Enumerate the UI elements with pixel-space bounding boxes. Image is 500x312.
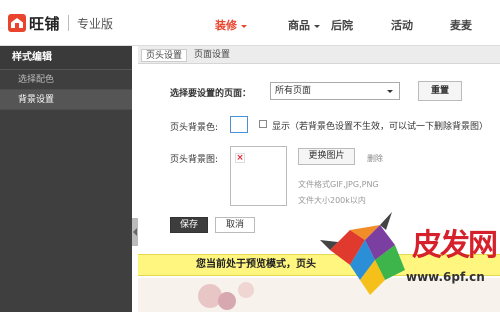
sidebar-item-background[interactable]: 背景设置 (0, 90, 132, 110)
logo-text: 旺铺 (29, 14, 61, 33)
sidebar-item-color-scheme[interactable]: 选择配色 (0, 70, 132, 90)
cancel-button[interactable]: 取消 (215, 217, 255, 233)
chevron-down-icon (387, 90, 393, 93)
sidebar: 样式编辑 选择配色 背景设置 (0, 46, 132, 312)
watermark-url: www.6pf.cn (406, 270, 485, 284)
bg-color-label: 页头背景色: (170, 123, 219, 133)
nav-item-decorate[interactable]: 装修 (215, 17, 247, 33)
nav-item-backyard[interactable]: 后院 (331, 17, 353, 33)
show-bg-checkbox[interactable] (259, 120, 267, 128)
bg-image-label: 页头背景图: (170, 155, 219, 165)
tab-bar: 页头设置 页面设置 (138, 46, 500, 64)
watermark-text: 皮发网 (412, 228, 498, 263)
tab-header-settings[interactable]: 页头设置 (141, 49, 188, 62)
page-select[interactable]: 所有页面 (270, 82, 400, 100)
logo-divider (68, 15, 70, 31)
tab-page-settings[interactable]: 页面设置 (190, 49, 234, 62)
decor-flower (218, 292, 236, 310)
delete-image-link[interactable]: 删除 (367, 153, 383, 164)
nav-label: 活动 (391, 19, 413, 32)
top-bar: 旺铺 专业版 装修 商品 后院 活动 麦麦 (0, 0, 500, 46)
bg-image-preview: × (230, 146, 287, 206)
page-select-value: 所有页面 (275, 86, 312, 96)
decor-flower (238, 282, 254, 298)
file-format-hint: 文件格式GIF,JPG,PNG (298, 180, 379, 189)
broken-image-icon: × (235, 153, 245, 163)
nav-label: 商品 (288, 19, 310, 32)
show-bg-label: 显示（若背景色设置不生效，可以试一下删除背景图） (272, 122, 489, 132)
logo[interactable]: 旺铺 专业版 (8, 12, 113, 34)
nav-label: 麦麦 (450, 19, 472, 32)
house-icon (8, 14, 26, 32)
watermark: 皮发网 www.6pf.cn (320, 210, 500, 312)
bg-color-picker[interactable] (230, 116, 248, 133)
save-button[interactable]: 保存 (170, 217, 208, 233)
chevron-down-icon (241, 24, 247, 28)
page-select-label: 选择要设置的页面： (170, 89, 252, 99)
nav-label: 后院 (331, 19, 353, 32)
nav-item-maimai[interactable]: 麦麦 (450, 17, 472, 33)
chevron-down-icon (314, 24, 320, 28)
change-image-button[interactable]: 更换图片 (298, 148, 355, 165)
file-size-hint: 文件大小200k以内 (298, 196, 366, 205)
bull-logo-icon (320, 212, 405, 295)
reset-button[interactable]: 重置 (418, 81, 462, 101)
nav-item-activities[interactable]: 活动 (391, 17, 413, 33)
nav-item-products[interactable]: 商品 (288, 17, 320, 33)
sidebar-title: 样式编辑 (0, 46, 132, 70)
logo-subtitle: 专业版 (77, 16, 114, 31)
nav-label: 装修 (215, 19, 237, 32)
